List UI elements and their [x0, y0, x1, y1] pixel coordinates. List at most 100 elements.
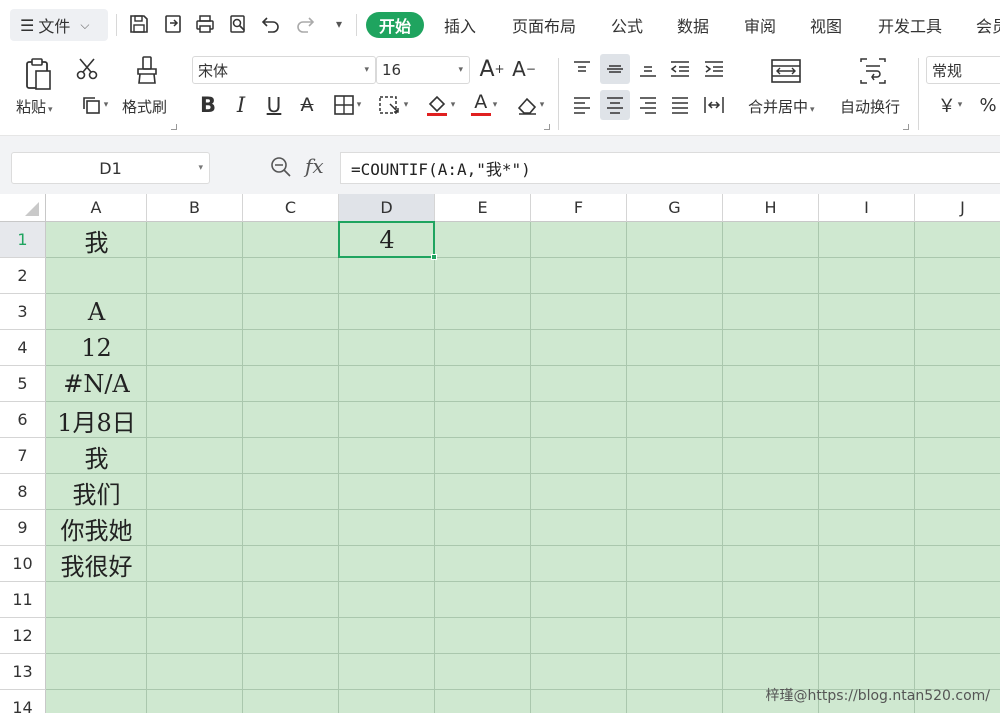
- tab-home[interactable]: 开始: [366, 12, 425, 38]
- column-header-a[interactable]: A: [46, 194, 147, 222]
- quick-access-dropdown-icon[interactable]: ▾: [326, 10, 352, 38]
- grow-font-button[interactable]: A +: [479, 56, 504, 82]
- grid-line: [46, 365, 1000, 366]
- format-painter-icon[interactable]: [132, 54, 162, 86]
- number-format-select[interactable]: 常规▾: [926, 56, 1000, 84]
- column-header-e[interactable]: E: [435, 194, 531, 222]
- print-icon[interactable]: [192, 10, 218, 38]
- increase-indent-icon[interactable]: [700, 54, 728, 84]
- distribute-icon[interactable]: [700, 90, 728, 120]
- cell-a3[interactable]: A: [46, 294, 147, 330]
- row-header-13[interactable]: 13: [0, 654, 46, 690]
- tab-data[interactable]: 数据: [677, 12, 709, 38]
- cell-a9[interactable]: 你我她: [46, 510, 147, 546]
- copy-button[interactable]: ▾: [74, 92, 114, 118]
- paste-icon[interactable]: [20, 56, 56, 92]
- tab-page-layout[interactable]: 页面布局: [512, 12, 576, 38]
- format-painter-label[interactable]: 格式刷: [122, 96, 167, 117]
- column-header-c[interactable]: C: [243, 194, 339, 222]
- formula-input[interactable]: =COUNTIF(A:A,"我*"): [340, 152, 1000, 184]
- wrap-text-label[interactable]: 自动换行: [840, 96, 900, 117]
- tab-member[interactable]: 会员: [976, 12, 1000, 38]
- cell-style-button[interactable]: ▾: [372, 92, 414, 118]
- worksheet-grid[interactable]: A B C D E F G H I J 1 2 3 4 5 6 7 8 9 10 11 12 13 14 我 A 12 #N/A 1月8…: [0, 194, 1000, 713]
- row-header-11[interactable]: 11: [0, 582, 46, 618]
- align-middle-icon[interactable]: [600, 54, 630, 84]
- group-launcher-icon[interactable]: [171, 124, 177, 130]
- grid-line: [46, 257, 1000, 258]
- tab-review[interactable]: 审阅: [744, 12, 776, 38]
- row-header-10[interactable]: 10: [0, 546, 46, 582]
- tab-formulas[interactable]: 公式: [611, 12, 643, 38]
- cell-a7[interactable]: 我: [46, 438, 147, 474]
- row-header-9[interactable]: 9: [0, 510, 46, 546]
- shrink-font-button[interactable]: A −: [512, 56, 536, 82]
- borders-button[interactable]: ▾: [327, 92, 367, 118]
- column-header-i[interactable]: I: [819, 194, 915, 222]
- merge-center-icon[interactable]: [768, 56, 804, 86]
- currency-button[interactable]: ￥ ▾: [930, 92, 970, 118]
- print-preview-icon[interactable]: [225, 10, 251, 38]
- select-all-corner[interactable]: [0, 194, 46, 222]
- row-header-4[interactable]: 4: [0, 330, 46, 366]
- clear-button[interactable]: ▾: [510, 92, 550, 118]
- cell-a5[interactable]: #N/A: [46, 366, 147, 402]
- row-header-14[interactable]: 14: [0, 690, 46, 713]
- row-header-5[interactable]: 5: [0, 366, 46, 402]
- underline-button[interactable]: U: [262, 92, 286, 118]
- font-name-select[interactable]: 宋体 ▾: [192, 56, 376, 84]
- redo-icon[interactable]: [292, 10, 318, 38]
- cell-a4[interactable]: 12: [46, 330, 147, 366]
- column-header-f[interactable]: F: [531, 194, 627, 222]
- cell-a8[interactable]: 我们: [46, 474, 147, 510]
- chevron-down-icon: ▾: [198, 163, 203, 173]
- column-header-d[interactable]: D: [339, 194, 435, 222]
- tab-developer[interactable]: 开发工具: [878, 12, 942, 38]
- row-header-6[interactable]: 6: [0, 402, 46, 438]
- save-icon[interactable]: [126, 10, 152, 38]
- align-bottom-icon[interactable]: [634, 54, 662, 84]
- cell-a1[interactable]: 我: [46, 222, 147, 258]
- column-header-b[interactable]: B: [147, 194, 243, 222]
- merge-center-button[interactable]: 合并居中 ▾: [748, 96, 815, 117]
- row-header-3[interactable]: 3: [0, 294, 46, 330]
- font-size-select[interactable]: 16 ▾: [376, 56, 470, 84]
- file-menu-button[interactable]: ☰ 文件 ⌵: [10, 9, 108, 41]
- undo-icon[interactable]: [258, 10, 284, 38]
- tab-insert[interactable]: 插入: [444, 12, 476, 38]
- align-center-icon[interactable]: [600, 90, 630, 120]
- font-color-button[interactable]: A ▾: [464, 92, 504, 118]
- decrease-indent-icon[interactable]: [666, 54, 694, 84]
- cell-a10[interactable]: 我很好: [46, 546, 147, 582]
- cut-icon[interactable]: [74, 56, 100, 82]
- italic-button[interactable]: I: [229, 92, 253, 118]
- export-icon[interactable]: [160, 10, 186, 38]
- paste-button[interactable]: 粘贴 ▾: [16, 96, 53, 117]
- name-box[interactable]: D1 ▾: [11, 152, 210, 184]
- fill-color-button[interactable]: ▾: [420, 92, 460, 118]
- watermark-text: 梓瑾@https://blog.ntan520.com/: [765, 688, 990, 704]
- row-header-7[interactable]: 7: [0, 438, 46, 474]
- align-left-icon[interactable]: [568, 90, 596, 120]
- column-header-g[interactable]: G: [627, 194, 723, 222]
- percent-button[interactable]: %: [976, 92, 1000, 118]
- row-header-2[interactable]: 2: [0, 258, 46, 294]
- wrap-text-icon[interactable]: [856, 56, 890, 86]
- align-right-icon[interactable]: [634, 90, 662, 120]
- group-launcher-icon[interactable]: [903, 124, 909, 130]
- align-top-icon[interactable]: [568, 54, 596, 84]
- cell-a6[interactable]: 1月8日: [46, 402, 147, 438]
- strikethrough-button[interactable]: A: [295, 92, 319, 118]
- row-header-1[interactable]: 1: [0, 222, 46, 258]
- column-header-h[interactable]: H: [723, 194, 819, 222]
- justify-icon[interactable]: [666, 90, 694, 120]
- zoom-search-icon[interactable]: [270, 156, 292, 182]
- row-header-8[interactable]: 8: [0, 474, 46, 510]
- row-header-12[interactable]: 12: [0, 618, 46, 654]
- bold-button[interactable]: B: [196, 92, 220, 118]
- group-launcher-icon[interactable]: [544, 124, 550, 130]
- column-header-j[interactable]: J: [915, 194, 1000, 222]
- tab-view[interactable]: 视图: [810, 12, 842, 38]
- insert-function-button[interactable]: fx: [305, 154, 324, 178]
- fill-handle[interactable]: [431, 254, 437, 260]
